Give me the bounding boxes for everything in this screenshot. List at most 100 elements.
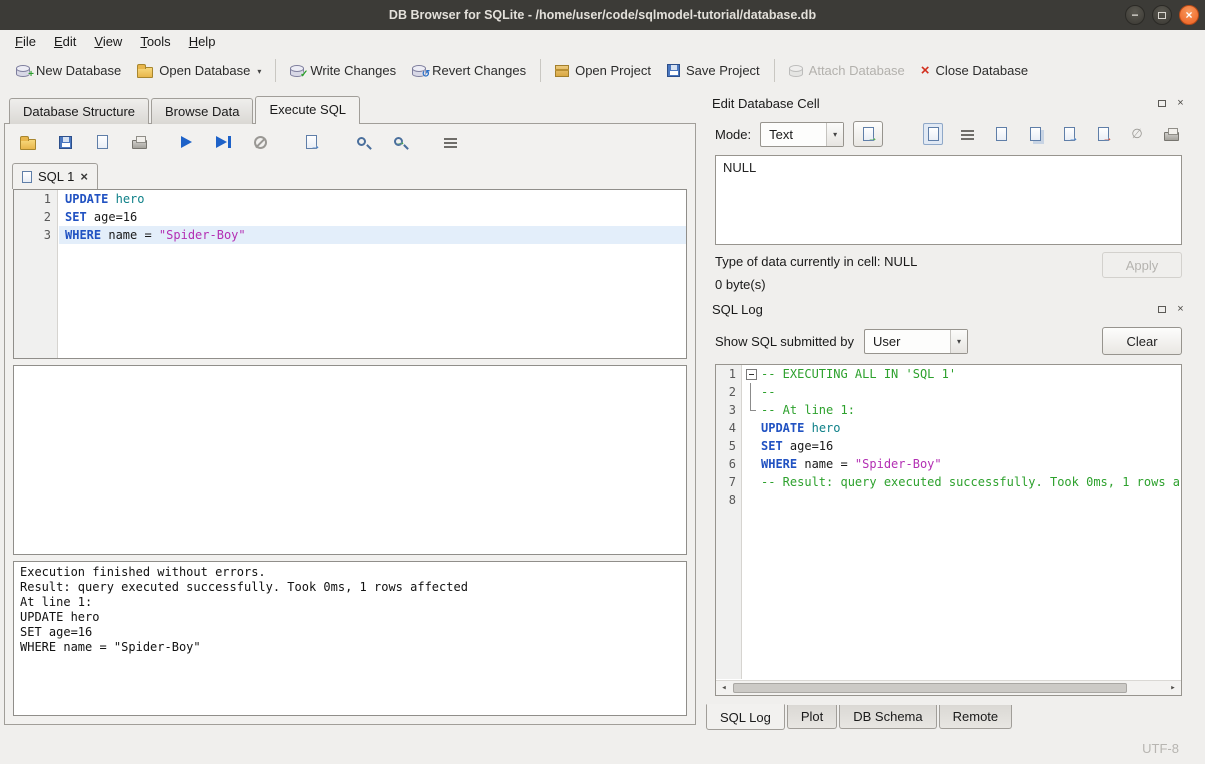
- horizontal-scrollbar[interactable]: ◂ ▸: [716, 680, 1181, 695]
- text-mode-button[interactable]: [923, 123, 943, 145]
- scroll-left-icon[interactable]: ◂: [716, 683, 732, 693]
- sql-tab[interactable]: SQL 1 ×: [12, 163, 98, 189]
- undock-icon: [1158, 306, 1166, 313]
- menu-edit-mnemonic: E: [54, 34, 63, 49]
- write-changes-button[interactable]: ✓ Write Changes: [282, 58, 404, 83]
- menubar: File Edit View Tools Help: [0, 30, 1205, 52]
- menu-file[interactable]: File: [6, 32, 45, 51]
- open-database-button[interactable]: Open Database ▾: [129, 58, 269, 83]
- save-project-label: Save Project: [686, 63, 760, 78]
- cell-mode-icons: → → ∅: [923, 123, 1181, 145]
- cell-info: Type of data currently in cell: NULL 0 b…: [703, 245, 1197, 294]
- open-sql-file-button[interactable]: [18, 131, 38, 153]
- import-cell-icon: →: [1064, 127, 1075, 141]
- word-wrap-icon: [961, 130, 974, 132]
- word-wrap-button[interactable]: [440, 131, 460, 153]
- sql-editor[interactable]: 1 2 3 UPDATE hero SET age=16 WHERE name …: [13, 189, 687, 359]
- editor-code-area[interactable]: UPDATE hero SET age=16 WHERE name = "Spi…: [59, 190, 686, 244]
- save-project-button[interactable]: Save Project: [659, 58, 768, 83]
- plus-badge-icon: +: [28, 70, 34, 80]
- line-number: 3: [14, 226, 57, 244]
- find-icon: [357, 137, 366, 146]
- new-database-button[interactable]: + New Database: [8, 58, 129, 83]
- execute-line-button[interactable]: [213, 131, 233, 153]
- import-data-button[interactable]: →: [853, 121, 883, 147]
- fold-marker-icon[interactable]: [743, 365, 759, 383]
- undock-panel-button[interactable]: [1155, 97, 1168, 110]
- titlebar: DB Browser for SQLite - /home/user/code/…: [0, 0, 1205, 30]
- submitter-dropdown-icon: ▾: [950, 330, 967, 353]
- close-panel-button[interactable]: ×: [1174, 303, 1187, 316]
- tab-browse-data[interactable]: Browse Data: [151, 98, 253, 124]
- fold-column: [743, 455, 759, 473]
- scrollbar-thumb[interactable]: [733, 683, 1127, 693]
- close-panel-button[interactable]: ×: [1174, 97, 1187, 110]
- menu-edit[interactable]: Edit: [45, 32, 85, 51]
- main-toolbar: + New Database Open Database ▾ ✓ Write C…: [0, 52, 1205, 88]
- submitter-value: User: [865, 334, 950, 349]
- execute-all-button[interactable]: [176, 131, 196, 153]
- import-cell-button[interactable]: →: [1059, 123, 1079, 145]
- submitter-select[interactable]: User ▾: [864, 329, 968, 354]
- sql-tabbar: SQL 1 ×: [5, 160, 695, 189]
- clear-log-button[interactable]: Clear: [1102, 327, 1182, 355]
- sql-keyword: SET: [761, 439, 783, 453]
- menu-help[interactable]: Help: [180, 32, 225, 51]
- sql-log-title: SQL Log: [712, 302, 763, 317]
- cell-word-wrap-button[interactable]: [957, 123, 977, 145]
- set-null-icon: ∅: [1131, 126, 1142, 142]
- editor-line[interactable]: UPDATE hero: [59, 190, 686, 208]
- sql-tab-close-icon[interactable]: ×: [80, 169, 88, 184]
- sql-comment: -- At line 1:: [759, 401, 855, 419]
- export-sql-button[interactable]: →: [301, 131, 321, 153]
- scrollbar-track[interactable]: [732, 681, 1165, 695]
- toolbar-separator: [540, 59, 541, 82]
- copy-cell-button[interactable]: [1025, 123, 1045, 145]
- undock-panel-button[interactable]: [1155, 303, 1168, 316]
- open-project-button[interactable]: Open Project: [547, 58, 659, 83]
- results-grid[interactable]: [13, 365, 687, 555]
- menu-tools[interactable]: Tools: [131, 32, 179, 51]
- editor-line-current[interactable]: WHERE name = "Spider-Boy": [59, 226, 686, 244]
- open-database-dropdown-icon[interactable]: ▾: [257, 67, 261, 76]
- dock-tab-remote[interactable]: Remote: [939, 705, 1013, 729]
- print-cell-button[interactable]: [1161, 123, 1181, 145]
- save-sql-file-button[interactable]: [55, 131, 75, 153]
- close-database-button[interactable]: × Close Database: [913, 58, 1036, 83]
- save-sql-as-button[interactable]: [92, 131, 112, 153]
- write-changes-label: Write Changes: [310, 63, 396, 78]
- tab-database-structure[interactable]: Database Structure: [9, 98, 149, 124]
- cell-editor[interactable]: NULL: [715, 155, 1182, 245]
- set-null-button[interactable]: ∅: [1127, 123, 1147, 145]
- mode-select[interactable]: Text ▾: [760, 122, 844, 147]
- maximize-button[interactable]: [1152, 5, 1172, 25]
- menu-file-label: ile: [23, 34, 36, 49]
- print-icon: [132, 140, 147, 149]
- revert-badge-icon: ↺: [422, 70, 430, 80]
- sql-text: [759, 491, 761, 509]
- dock-tab-db-schema[interactable]: DB Schema: [839, 705, 936, 729]
- editor-line[interactable]: SET age=16: [59, 208, 686, 226]
- undock-icon: [1158, 100, 1166, 107]
- revert-changes-button[interactable]: ↺ Revert Changes: [404, 58, 534, 83]
- minimize-button[interactable]: −: [1125, 5, 1145, 25]
- dock-tab-plot[interactable]: Plot: [787, 705, 837, 729]
- close-button[interactable]: ×: [1179, 5, 1199, 25]
- tab-execute-sql[interactable]: Execute SQL: [255, 96, 360, 124]
- find-replace-icon: →: [394, 137, 403, 146]
- export-cell-button[interactable]: →: [1093, 123, 1113, 145]
- sql-keyword: UPDATE: [65, 192, 108, 206]
- sql-statement: SET age=16: [759, 437, 833, 455]
- scroll-right-icon[interactable]: ▸: [1165, 683, 1181, 693]
- find-button[interactable]: [352, 131, 372, 153]
- dock-tab-sql-log[interactable]: SQL Log: [706, 704, 785, 730]
- print-icon: [1164, 132, 1179, 141]
- sql-log-view[interactable]: 1 2 3 4 5 6 7 8 -- EXECUTING ALL IN 'SQL…: [715, 364, 1182, 696]
- attach-database-label: Attach Database: [809, 63, 905, 78]
- print-sql-button[interactable]: [129, 131, 149, 153]
- find-replace-button[interactable]: →: [389, 131, 409, 153]
- attach-database-button: Attach Database: [781, 58, 913, 83]
- menu-view[interactable]: View: [85, 32, 131, 51]
- open-in-editor-button[interactable]: [991, 123, 1011, 145]
- open-database-icon: [137, 67, 153, 78]
